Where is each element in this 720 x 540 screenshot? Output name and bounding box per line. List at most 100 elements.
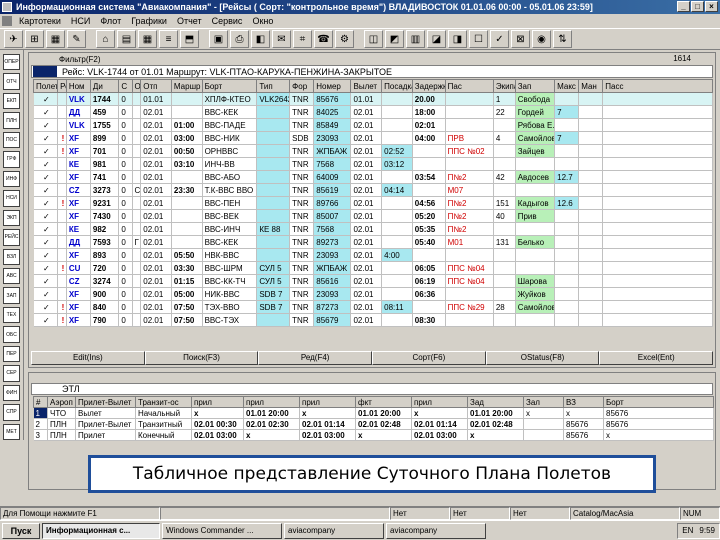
task-aviacompany-2[interactable]: aviacompany [386, 522, 486, 539]
leftbar-button-отч[interactable]: ОТЧ [3, 73, 20, 90]
start-button[interactable]: Пуск [2, 522, 40, 539]
toolbar-button-icon[interactable]: ⎙ [230, 30, 249, 48]
minimize-button[interactable]: _ [677, 1, 690, 12]
column-header[interactable]: С [118, 79, 133, 93]
toolbar-button-icon[interactable]: ⚙ [335, 30, 354, 48]
column-header[interactable]: Полет [32, 79, 59, 93]
toolbar-button-icon[interactable]: ▣ [209, 30, 228, 48]
column-header[interactable]: Пасс [602, 79, 713, 93]
toolbar-button-icon[interactable]: ◪ [427, 30, 446, 48]
leftbar-button-зап[interactable]: ЗАП [3, 287, 20, 304]
flight-row[interactable]: ✓ ДД 459 0 02.01 ВВС-КЕК TNR 84025 02.01 18:00 22 Г… [33, 105, 713, 119]
leftbar-button-обс[interactable]: ОБС [3, 326, 20, 343]
toolbar-button-icon[interactable]: ☎ [314, 30, 333, 48]
toolbar-button-icon[interactable]: ◧ [251, 30, 270, 48]
toolbar-button-icon[interactable]: ⬒ [180, 30, 199, 48]
flight-row[interactable]: ✓! XF 9231 0 02.01 ВВС-ПЕН TNR 89766 02.01 04:56 П… [33, 196, 713, 210]
toolbar-button-icon[interactable]: ▥ [406, 30, 425, 48]
footer-button[interactable]: Excel(Ent) [599, 351, 714, 365]
leftbar-button-фин[interactable]: ФИН [3, 384, 20, 402]
column-header[interactable]: Макс [554, 79, 580, 93]
toolbar-button-icon[interactable]: ≡ [159, 30, 178, 48]
leftbar-button-сер[interactable]: СЕР [3, 365, 20, 382]
flight-row[interactable]: ✓ VLK 1755 0 02.01 01:00 ВВС-ПАДЕ TNR 85849 02.01… [33, 118, 713, 132]
footer-button[interactable]: Edit(Ins) [31, 351, 145, 365]
flight-row[interactable]: ✓! XF 899 0 02.01 03:00 ВВС-НИК SDB 23093 02.01 04… [33, 131, 713, 145]
window-titlebar[interactable]: Информационная система "Авиакомпания" - … [0, 0, 720, 14]
menu-flot[interactable]: Флот [95, 16, 126, 26]
leftbar-button-плн[interactable]: ПЛН [3, 112, 20, 129]
toolbar-button-icon[interactable]: ◨ [448, 30, 467, 48]
leftbar-button-опер[interactable]: ОПЕР [3, 54, 20, 71]
leftbar-button-тех[interactable]: ТЕХ [3, 306, 20, 324]
flight-row[interactable]: ✓ КЕ 982 0 02.01 ВВС-ИНЧ КЕ 88 TNR 7568 02.01 05:3… [33, 222, 713, 236]
menu-grafiki[interactable]: Графики [126, 16, 172, 26]
flight-row[interactable]: ✓ XF 900 0 02.01 05:00 НИК-ВВС SDB 7 TNR 23093 02.… [33, 287, 713, 301]
column-header[interactable]: Номер [313, 79, 352, 93]
leftbar-button-авс[interactable]: АВС [3, 267, 20, 285]
toolbar-button-icon[interactable]: ▦ [138, 30, 157, 48]
toolbar-button-icon[interactable]: ✉ [272, 30, 291, 48]
footer-button[interactable]: Поиск(F3) [144, 351, 259, 365]
task-windows-commander[interactable]: Windows Commander ... [162, 522, 282, 539]
footer-button[interactable]: Сорт(F6) [372, 351, 486, 365]
toolbar-button-icon[interactable]: ◉ [532, 30, 551, 48]
column-header[interactable]: Фор [289, 79, 315, 93]
toolbar-button-icon[interactable]: ⊞ [25, 30, 44, 48]
column-header[interactable]: Посадка [381, 79, 413, 93]
toolbar-button-icon[interactable]: ✓ [490, 30, 509, 48]
menu-servis[interactable]: Сервис [207, 16, 248, 26]
leftbar-button-нси[interactable]: НСИ [3, 190, 20, 207]
column-header[interactable]: Тип [256, 79, 291, 93]
column-header[interactable]: Задержка [411, 79, 446, 93]
filter-button[interactable]: Фильтр(F2) [59, 55, 101, 64]
toolbar-button-icon[interactable]: ☐ [469, 30, 488, 48]
toolbar-button-icon[interactable]: ▤ [117, 30, 136, 48]
flight-row[interactable]: ✓ КЕ 981 0 02.01 03:10 ИНЧ-ВВ TNR 7568 02.01 03:12 [33, 157, 713, 171]
flight-row[interactable]: ✓! CU 720 0 02.01 03:30 ВВС-ШРМ СУЛ 5 TNR ЖПБАЖ 02… [33, 261, 713, 275]
column-header[interactable]: Ном [65, 79, 91, 93]
toolbar-button-icon[interactable]: ⌂ [96, 30, 115, 48]
flight-row[interactable]: ✓ CZ 3274 0 02.01 01:15 ВВС-КК-ТЧ СУЛ 5 TNR 85616… [33, 274, 713, 288]
toolbar-button-icon[interactable]: ▦ [46, 30, 65, 48]
column-header[interactable]: Отп [140, 79, 172, 93]
menu-kartoteki[interactable]: Картотеки [14, 16, 66, 26]
menu-nsi[interactable]: НСИ [66, 16, 95, 26]
flight-row[interactable]: ✓ XF 7430 0 02.01 ВВС-ВЕК TNR 85007 02.01 05:20 П№… [33, 209, 713, 223]
column-header[interactable]: Отк [131, 79, 142, 93]
route-row[interactable]: 2 ПЛН Прилет-Вылет Транзитный 02.01 00:30 02.… [33, 418, 714, 430]
column-header[interactable]: Рейс [57, 79, 67, 93]
task-infosystem[interactable]: Информационная с... [42, 522, 160, 539]
toolbar-button-icon[interactable]: ⊠ [511, 30, 530, 48]
toolbar-button-icon[interactable]: ✈ [4, 30, 23, 48]
flight-row[interactable]: ✓ XF 741 0 02.01 ВВС-АБО TNR 64009 02.01 03:54 П№2… [33, 170, 713, 184]
column-header[interactable]: Маршр [170, 79, 203, 93]
task-aviacompany-1[interactable]: aviacompany [284, 522, 384, 539]
close-button[interactable]: × [705, 1, 718, 12]
leftbar-button-рейс[interactable]: РЕЙС [3, 229, 20, 246]
column-header[interactable]: Пас [444, 79, 494, 93]
flight-row[interactable]: ✓! XF 840 0 02.01 07:50 ТЭХ-ВВО SDB 7 TNR 87273 02… [33, 300, 713, 314]
column-header[interactable]: Экипаж [492, 79, 516, 93]
leftbar-button-спр[interactable]: СПР [3, 404, 20, 421]
column-header[interactable]: Вылет [350, 79, 383, 93]
flight-row[interactable]: ✓ ДД 7593 0 Г 02.01 ВВС-КЕК TNR 89273 02.01 05:40 М… [33, 235, 713, 249]
leftbar-button-мет[interactable]: МЕТ [3, 423, 20, 441]
toolbar-button-icon[interactable]: ⌗ [293, 30, 312, 48]
document-icon[interactable] [2, 16, 12, 26]
column-header[interactable]: Ди [89, 79, 120, 93]
leftbar-button-грф[interactable]: ГРФ [3, 151, 20, 168]
toolbar-button-icon[interactable]: ✎ [67, 30, 86, 48]
footer-button[interactable]: OStatus(F8) [485, 351, 600, 365]
footer-button[interactable]: Ред(F4) [258, 351, 373, 365]
flight-row[interactable]: ✓ VLK 1744 0 01.01 ХПЛФ-КТЕО VLK2642 TNR 85676 01… [33, 92, 713, 106]
flight-row[interactable]: ✓! XF 790 0 02.01 07:50 ВВС-ТЭХ TNR 85679 02.01 08… [33, 313, 713, 327]
column-header[interactable]: Ман [578, 79, 604, 93]
menu-okno[interactable]: Окно [247, 16, 278, 26]
leftbar-button-екп[interactable]: ЕКП [3, 92, 20, 110]
maximize-button[interactable]: □ [691, 1, 704, 12]
route-row[interactable]: 3 ПЛН Прилет Конечный 02.01 03:00 х 02.01 03:0… [33, 429, 714, 441]
toolbar-button-icon[interactable]: ⇅ [553, 30, 572, 48]
leftbar-button-пер[interactable]: ПЕР [3, 345, 20, 363]
flight-row[interactable]: ✓ XF 893 0 02.01 05:50 НВК-ВВС TNR 23093 02.01 4:0… [33, 248, 713, 262]
